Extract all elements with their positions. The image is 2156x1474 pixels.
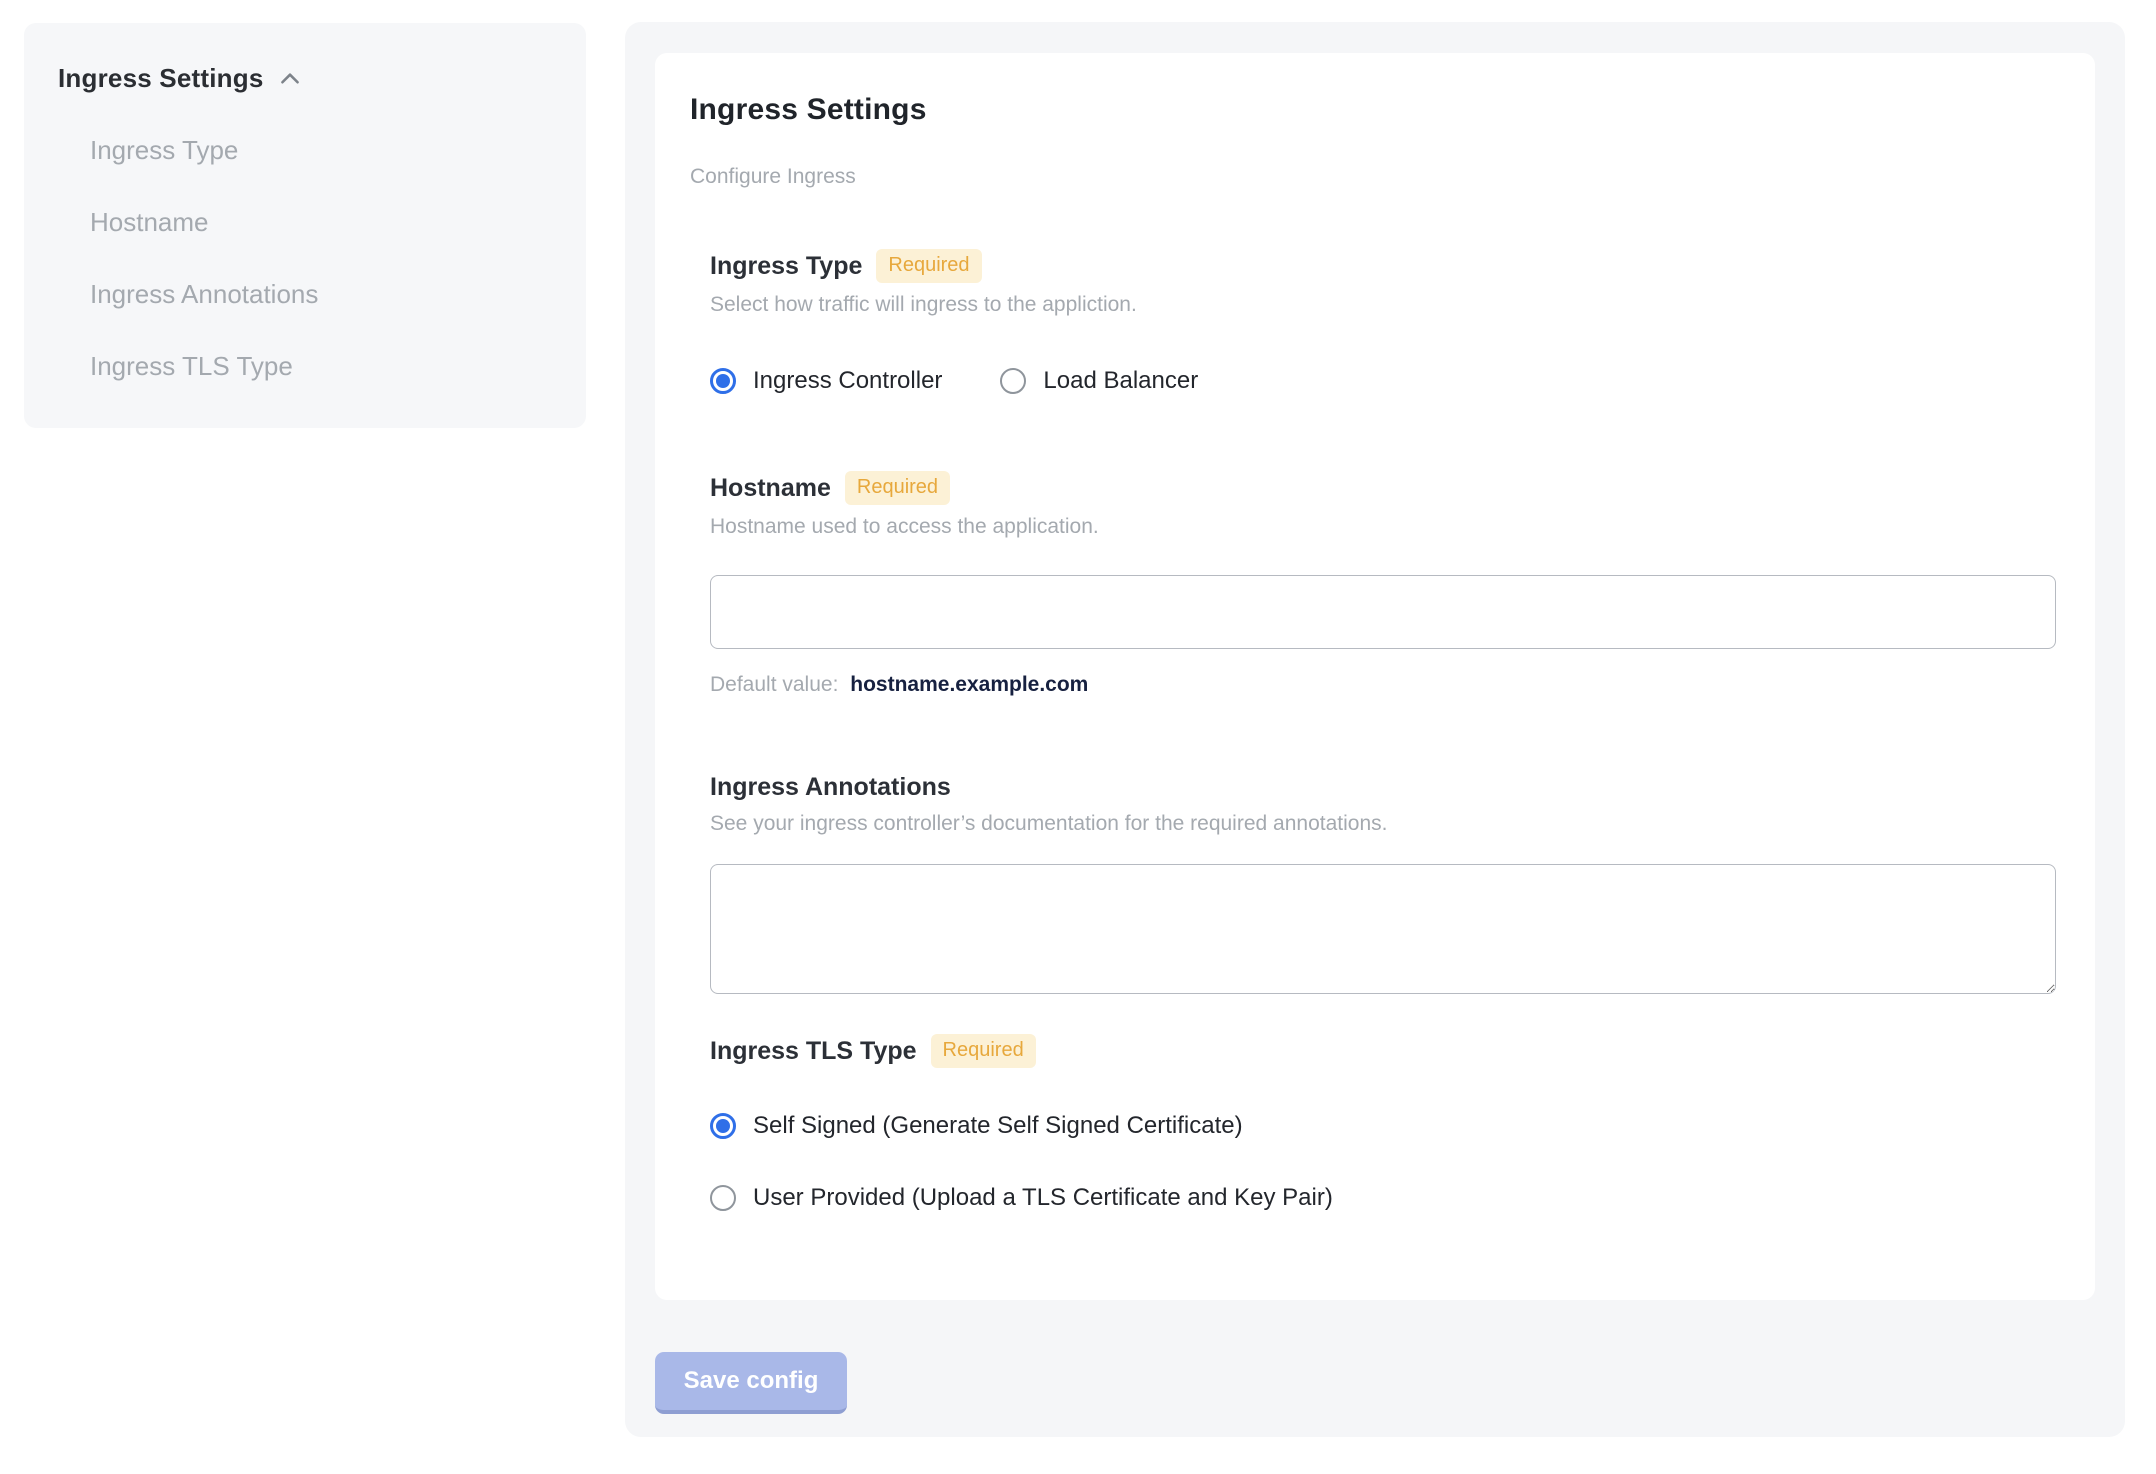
settings-sidebar: Ingress Settings Ingress Type Hostname I… [24,23,586,428]
radio-label: Load Balancer [1043,367,1199,394]
section-ingress-tls-type: Ingress TLS Type Required Self Signed (G… [710,1034,2060,1212]
ingress-type-radio-group: Ingress Controller Load Balancer [710,367,2060,395]
required-badge: Required [844,471,951,505]
radio-selected-icon[interactable] [710,1113,736,1139]
section-description: See your ingress controller’s documentat… [710,812,1388,835]
ingress-annotations-textarea[interactable] [710,864,2056,994]
section-hostname: Hostname Required Hostname used to acces… [710,471,2060,697]
sidebar-item-ingress-annotations[interactable]: Ingress Annotations [90,279,552,310]
chevron-up-icon [277,66,303,92]
save-config-button[interactable]: Save config [655,1352,847,1414]
ingress-settings-card: Ingress Settings Configure Ingress Ingre… [655,53,2095,1300]
sidebar-item-ingress-tls-type[interactable]: Ingress TLS Type [90,351,552,382]
section-label-ingress-annotations: Ingress Annotations [710,773,951,801]
radio-label: Ingress Controller [753,367,943,394]
sidebar-group-ingress-settings[interactable]: Ingress Settings [58,63,552,94]
section-label-ingress-type: Ingress Type [710,251,863,280]
default-value-label: Default value: [710,673,839,696]
page-subtitle: Configure Ingress [690,165,856,188]
radio-unselected-icon[interactable] [710,1185,736,1211]
sidebar-group-label: Ingress Settings [58,63,264,93]
radio-unselected-icon[interactable] [1000,368,1027,394]
section-label-ingress-tls-type: Ingress TLS Type [710,1036,917,1065]
section-ingress-annotations: Ingress Annotations See your ingress con… [710,773,2060,994]
radio-option-ingress-controller[interactable]: Ingress Controller [710,367,942,395]
section-ingress-type: Ingress Type Required Select how traffic… [710,249,2060,395]
radio-option-self-signed[interactable]: Self Signed (Generate Self Signed Certif… [710,1112,2060,1140]
section-description: Select how traffic will ingress to the a… [710,293,1137,316]
hostname-default-line: Default value: hostname.example.com [710,673,2060,697]
main-panel: Ingress Settings Configure Ingress Ingre… [625,22,2125,1437]
hostname-input[interactable] [710,575,2056,649]
required-badge: Required [930,1034,1036,1068]
radio-option-load-balancer[interactable]: Load Balancer [1000,367,1198,395]
radio-label: Self Signed (Generate Self Signed Certif… [753,1112,1243,1139]
radio-label: User Provided (Upload a TLS Certificate … [753,1184,1333,1211]
sidebar-item-hostname[interactable]: Hostname [90,207,552,238]
radio-option-user-provided[interactable]: User Provided (Upload a TLS Certificate … [710,1184,2060,1212]
sidebar-item-ingress-type[interactable]: Ingress Type [90,135,552,166]
default-value-text: hostname.example.com [850,673,1089,696]
section-description: Hostname used to access the application. [710,515,1099,538]
section-label-hostname: Hostname [710,473,831,502]
tls-type-radio-group: Self Signed (Generate Self Signed Certif… [710,1112,2060,1212]
radio-selected-icon[interactable] [710,368,736,394]
page-title: Ingress Settings [690,93,927,126]
required-badge: Required [876,249,982,283]
